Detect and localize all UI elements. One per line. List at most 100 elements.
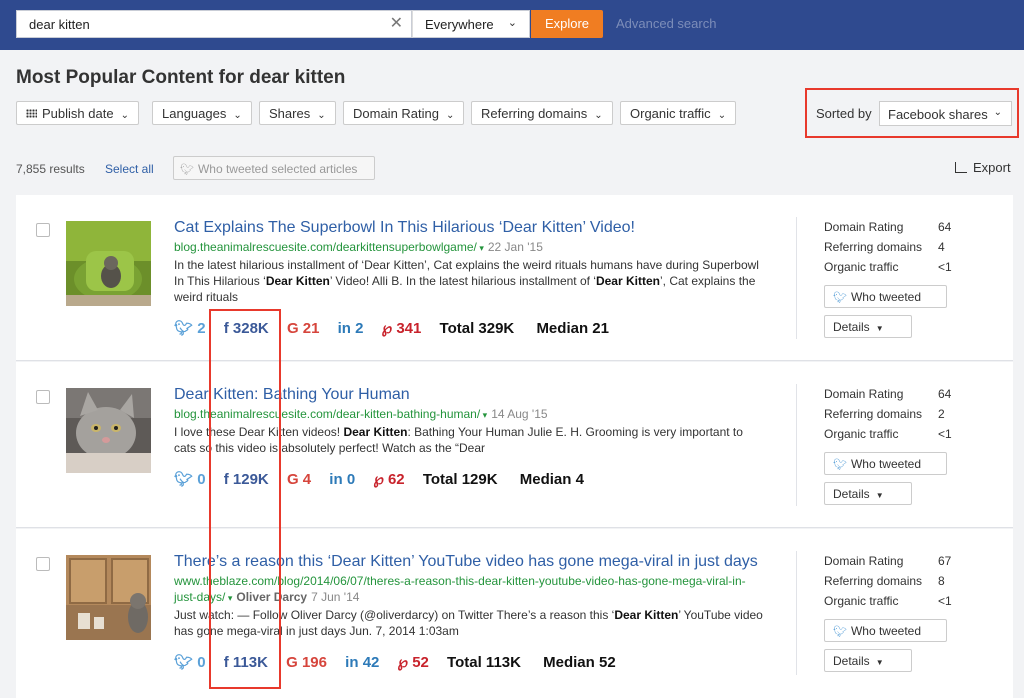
details-label: Details xyxy=(833,654,870,668)
article-checkbox[interactable] xyxy=(36,557,50,571)
linkedin-shares: in 42 xyxy=(345,654,380,671)
filter-label: Referring domains xyxy=(481,106,588,121)
google-plus-icon: G xyxy=(286,471,299,488)
twitter-shares: 🐦︎ 2 xyxy=(174,320,206,337)
linkedin-icon: in xyxy=(345,654,359,671)
details-button[interactable]: Details ▼ xyxy=(824,482,912,505)
total-shares: Total 113K xyxy=(447,654,521,671)
sort-value: Facebook shares xyxy=(888,107,988,122)
filter-publish-date[interactable]: Publish date ⌄ xyxy=(16,101,139,125)
median-shares: Median 52 xyxy=(543,654,616,671)
article-snippet: In the latest hilarious installment of ‘… xyxy=(174,258,759,304)
chevron-down-icon: ⌄ xyxy=(446,110,455,121)
twitter-icon: 🐦︎ xyxy=(174,320,194,337)
article-date: 22 Jan '15 xyxy=(487,240,543,254)
filter-shares[interactable]: Shares ⌄ xyxy=(259,101,336,125)
details-button[interactable]: Details ▼ xyxy=(824,315,912,338)
linkedin-shares: in 2 xyxy=(337,320,364,337)
domain-rating-value: 64 xyxy=(938,220,952,234)
pinterest-icon: ℘ xyxy=(397,654,409,671)
article-title-link[interactable]: Cat Explains The Superbowl In This Hilar… xyxy=(174,219,635,237)
median-shares: Median 21 xyxy=(536,320,609,337)
filter-label: Publish date xyxy=(42,106,114,121)
divider xyxy=(796,551,797,675)
dropdown-arrow-icon[interactable]: ▾ xyxy=(477,243,484,253)
article-card: There’s a reason this ‘Dear Kitten’ YouT… xyxy=(16,529,1013,698)
chevron-down-icon: ⌄ xyxy=(594,110,603,121)
chevron-down-icon: ⌄ xyxy=(233,110,242,121)
pinterest-shares: ℘ 62 xyxy=(373,471,405,488)
domain-rating-label: Domain Rating xyxy=(824,220,904,234)
details-button[interactable]: Details ▼ xyxy=(824,649,912,672)
article-date: 7 Jun '14 xyxy=(311,590,360,604)
select-all-link[interactable]: Select all xyxy=(105,162,154,176)
who-tweeted-button[interactable]: 🐦︎ Who tweeted xyxy=(824,285,947,308)
filter-referring-domains[interactable]: Referring domains ⌄ xyxy=(471,101,613,125)
who-tweeted-selected-button[interactable]: 🐦︎ Who tweeted selected articles xyxy=(173,156,375,180)
chevron-down-icon: ⌄ xyxy=(507,17,517,29)
page-title: Most Popular Content for dear kitten xyxy=(16,67,346,88)
referring-domains-label: Referring domains xyxy=(824,574,923,588)
caret-down-icon: ▼ xyxy=(875,491,884,500)
search-input[interactable]: dear kitten ✕ xyxy=(16,10,412,38)
domain-rating-value: 64 xyxy=(938,387,952,401)
export-button[interactable]: Export xyxy=(955,160,1011,175)
filter-languages[interactable]: Languages ⌄ xyxy=(152,101,252,125)
top-search-bar: dear kitten ✕ Everywhere ⌄ Explore Advan… xyxy=(0,0,1024,50)
search-scope-select[interactable]: Everywhere ⌄ xyxy=(412,10,530,38)
linkedin-icon: in xyxy=(329,471,343,488)
referring-domains-value: 2 xyxy=(938,407,945,421)
median-shares: Median 4 xyxy=(519,471,584,488)
twitter-icon: 🐦︎ xyxy=(174,471,194,488)
export-icon xyxy=(955,162,967,173)
google-shares: G 21 xyxy=(286,320,320,337)
twitter-icon: 🐦︎ xyxy=(833,626,847,638)
who-tweeted-label: Who tweeted xyxy=(850,457,922,471)
article-url[interactable]: blog.theanimalrescuesite.com/dearkittens… xyxy=(174,239,766,256)
article-card: Dear Kitten: Bathing Your Human blog.the… xyxy=(16,362,1013,528)
linkedin-icon: in xyxy=(337,320,351,337)
organic-traffic-label: Organic traffic xyxy=(824,594,899,608)
google-shares: G 4 xyxy=(286,471,312,488)
article-card: Cat Explains The Superbowl In This Hilar… xyxy=(16,195,1013,361)
article-checkbox[interactable] xyxy=(36,223,50,237)
twitter-shares: 🐦︎ 0 xyxy=(174,471,206,488)
filter-label: Domain Rating xyxy=(353,106,439,121)
filter-domain-rating[interactable]: Domain Rating ⌄ xyxy=(343,101,465,125)
referring-domains-value: 8 xyxy=(938,574,945,588)
article-thumbnail xyxy=(66,221,151,306)
search-query: dear kitten xyxy=(29,17,90,32)
divider xyxy=(796,217,797,339)
pinterest-shares: ℘ 341 xyxy=(381,320,422,337)
advanced-search-link[interactable]: Advanced search xyxy=(616,16,716,31)
pinterest-icon: ℘ xyxy=(373,471,384,488)
article-thumbnail xyxy=(66,388,151,473)
article-checkbox[interactable] xyxy=(36,390,50,404)
organic-traffic-value: <1 xyxy=(938,594,952,608)
referring-domains-value: 4 xyxy=(938,240,945,254)
who-tweeted-button[interactable]: 🐦︎ Who tweeted xyxy=(824,452,947,475)
divider xyxy=(796,384,797,506)
caret-down-icon: ▼ xyxy=(875,658,884,667)
clear-search-icon[interactable]: ✕ xyxy=(390,15,403,33)
sort-select[interactable]: Facebook shares ⌄ xyxy=(879,101,1012,126)
organic-traffic-label: Organic traffic xyxy=(824,260,899,274)
twitter-icon: 🐦︎ xyxy=(833,459,847,471)
caret-down-icon: ▼ xyxy=(875,324,884,333)
twitter-icon: 🐦︎ xyxy=(833,292,847,304)
article-thumbnail xyxy=(66,555,151,640)
google-shares: G 196 xyxy=(286,654,327,671)
who-tweeted-button[interactable]: 🐦︎ Who tweeted xyxy=(824,619,947,642)
dropdown-arrow-icon[interactable]: ▾ xyxy=(480,410,488,420)
twitter-icon: 🐦︎ xyxy=(174,654,194,671)
chevron-down-icon: ⌄ xyxy=(993,107,1002,118)
article-date: 14 Aug '15 xyxy=(491,407,548,421)
twitter-shares: 🐦︎ 0 xyxy=(174,654,206,671)
organic-traffic-value: <1 xyxy=(938,427,952,441)
total-shares: Total 329K xyxy=(439,320,515,337)
who-tweeted-selected-label: Who tweeted selected articles xyxy=(197,162,358,176)
facebook-column-highlight-box xyxy=(209,309,281,689)
explore-button[interactable]: Explore xyxy=(531,10,603,38)
filter-organic-traffic[interactable]: Organic traffic ⌄ xyxy=(620,101,737,125)
details-label: Details xyxy=(833,320,870,334)
